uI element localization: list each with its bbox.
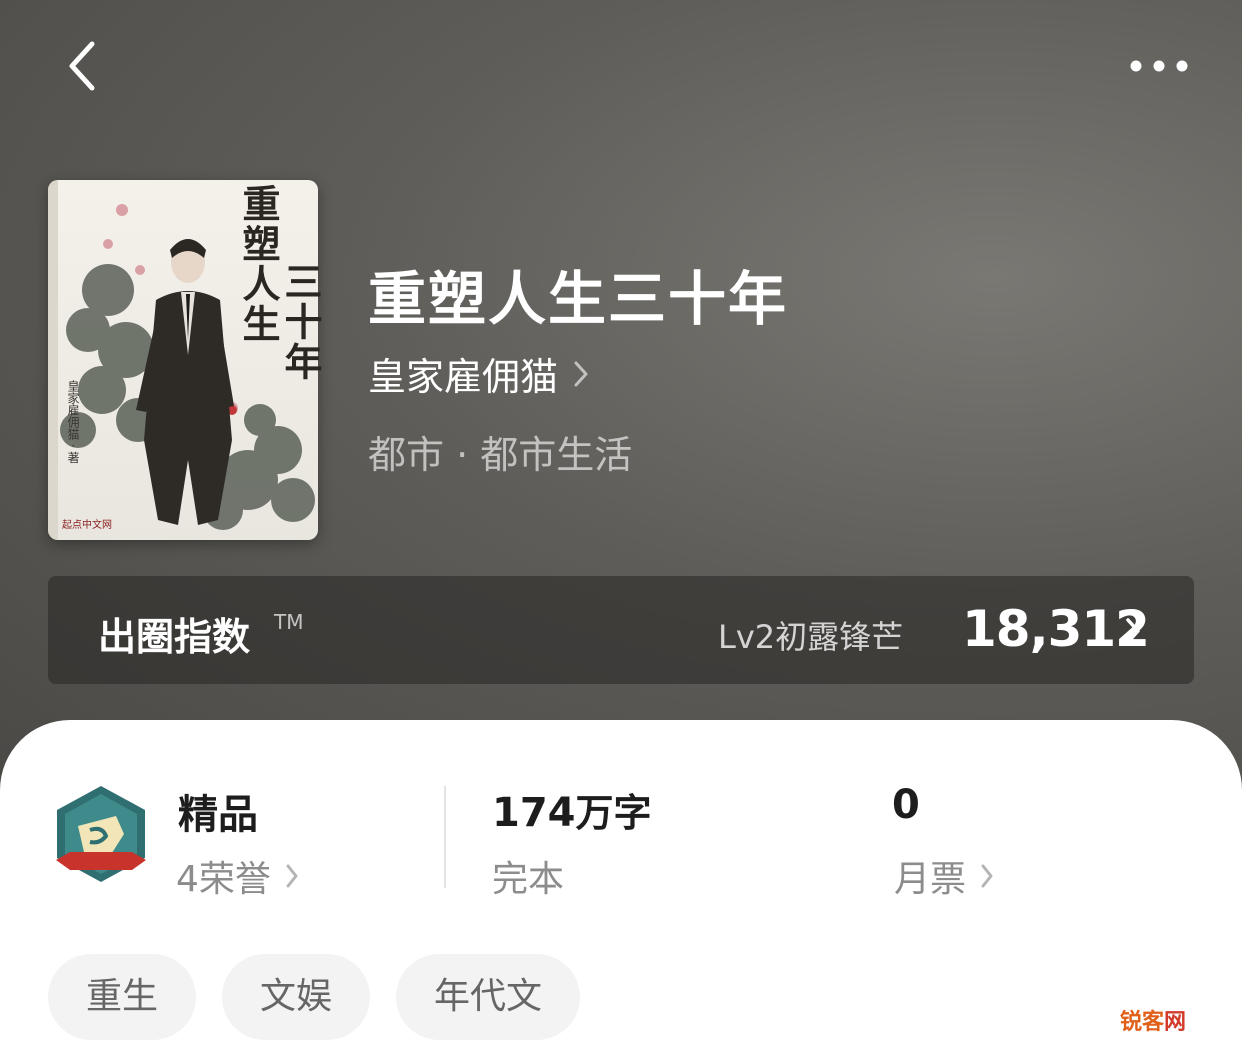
index-value: 18,312 (962, 600, 1150, 658)
cover-author: 皇家雇佣猫 · 著 (66, 380, 80, 464)
word-count: 174万字 (492, 782, 652, 837)
book-title: 重塑人生三十年 (368, 265, 789, 333)
word-count-unit: 万字 (575, 791, 652, 835)
chevron-right-icon (1126, 618, 1140, 644)
watermark-part-1: 锐客 (1120, 1010, 1165, 1035)
quality-title: 精品 (178, 792, 258, 838)
index-level: Lv2初露锋芒 (718, 618, 904, 656)
chevron-left-icon (69, 41, 95, 91)
quality-badge-icon[interactable] (50, 782, 152, 890)
trademark-mark: TM (274, 610, 304, 634)
more-dots-icon (1130, 60, 1188, 72)
chevron-right-icon (574, 361, 588, 386)
cover-publisher: 起点中文网 (62, 520, 112, 531)
monthly-votes-count: 0 (892, 782, 920, 828)
popularity-index-bar[interactable]: 出圈指数 TM Lv2初露锋芒 18,312 (48, 576, 1194, 684)
monthly-votes-label: 月票 (894, 859, 967, 900)
monthly-votes-link[interactable]: 月票 (894, 850, 994, 902)
chevron-right-icon (981, 864, 993, 888)
tag-chip[interactable]: 重生 (48, 954, 197, 1040)
tag-list: 重生 文娱 年代文 (48, 954, 581, 1040)
book-genre[interactable]: 都市 · 都市生活 (368, 424, 632, 479)
chevron-right-icon (286, 864, 298, 888)
index-label: 出圈指数 (98, 615, 251, 659)
honors-count: 4荣誉 (176, 859, 271, 900)
tag-chip[interactable]: 文娱 (222, 954, 371, 1040)
tag-chip[interactable]: 年代文 (396, 954, 581, 1040)
cover-title-line-1: 重塑人生 (236, 184, 281, 344)
watermark-part-2: 网 (1164, 1010, 1187, 1035)
author-name: 皇家雇佣猫 (368, 355, 559, 399)
more-options-button[interactable] (1124, 48, 1194, 84)
cover-title-line-2: 三十年 (278, 262, 323, 382)
book-header: 皇家雇佣猫 · 著 起点中文网 重塑人生 三十年 重塑人生三十年 皇家雇佣猫 都… (0, 0, 1242, 790)
author-link[interactable]: 皇家雇佣猫 (368, 346, 590, 401)
site-watermark: 锐客网 (1120, 1004, 1186, 1036)
word-count-number: 174 (492, 790, 576, 836)
stats-divider (444, 786, 446, 888)
completion-status: 完本 (492, 859, 565, 900)
honors-link[interactable]: 4荣誉 (176, 850, 299, 902)
back-button[interactable] (58, 38, 114, 94)
